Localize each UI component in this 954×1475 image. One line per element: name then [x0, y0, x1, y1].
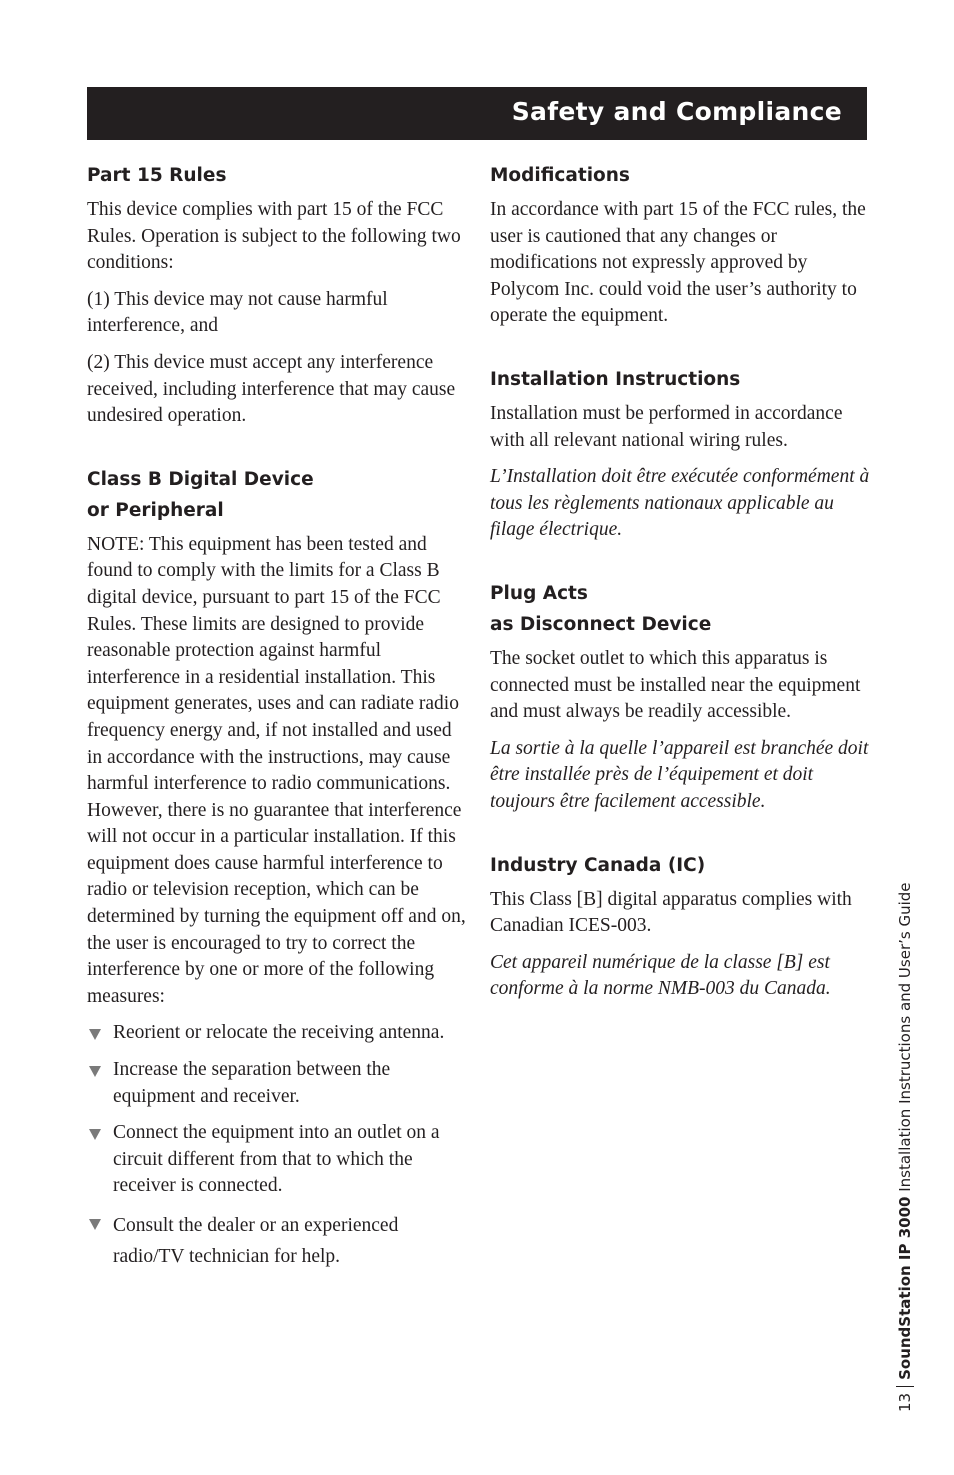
- heading-line: as Disconnect Device: [490, 613, 712, 635]
- paragraph: (1) This device may not cause harmful in…: [87, 288, 388, 337]
- list-item: Increase the separation between the equi…: [87, 1057, 467, 1110]
- page-title: Safety and Compliance: [511, 97, 842, 126]
- paragraph: NOTE: This equipment has been tested and…: [87, 533, 466, 1007]
- heading-line: Class B Digital Device: [87, 468, 314, 490]
- list-item: Connect the equipment into an outlet on …: [87, 1120, 467, 1200]
- paragraph: (2) This device must accept any interfer…: [87, 351, 456, 427]
- product-name: SoundStation IP 3000: [896, 1196, 914, 1380]
- paragraph-french: L’Installation doit être exécutée confor…: [490, 466, 870, 541]
- list-item-text: Increase the separation between the equi…: [113, 1059, 391, 1107]
- guide-title: Installation Instructions and User’s Gui…: [896, 882, 914, 1197]
- measures-list: Reorient or relocate the receiving anten…: [87, 1020, 467, 1272]
- list-item-text: Consult the dealer or an experienced rad…: [113, 1215, 399, 1267]
- heading-industry-canada: Industry Canada (IC): [490, 854, 706, 876]
- triangle-bullet-icon: [89, 1219, 101, 1230]
- running-footer: 13 SoundStation IP 3000 Installation Inst…: [896, 882, 914, 1412]
- heading-line: or Peripheral: [87, 499, 224, 521]
- triangle-bullet-icon: [89, 1129, 101, 1141]
- list-item: Reorient or relocate the receiving anten…: [87, 1020, 467, 1047]
- heading-installation: Installation Instructions: [490, 368, 741, 390]
- paragraph: This Class [B] digital apparatus complie…: [490, 888, 852, 937]
- heading-modifications: Modifications: [490, 165, 630, 186]
- list-item-text: Connect the equipment into an outlet on …: [113, 1122, 440, 1197]
- right-column: Modifications In accordance with part 15…: [490, 160, 875, 1013]
- paragraph-french: La sortie à la quelle l’appareil est bra…: [490, 737, 869, 812]
- paragraph-french: Cet appareil numérique de la classe [B] …: [490, 951, 831, 1000]
- heading-part15: Part 15 Rules: [87, 165, 227, 186]
- list-item: Consult the dealer or an experienced rad…: [87, 1210, 467, 1272]
- left-column: Part 15 Rules This device complies with …: [87, 160, 467, 1282]
- paragraph: This device complies with part 15 of the…: [87, 199, 461, 274]
- triangle-bullet-icon: [89, 1029, 101, 1041]
- paragraph: Installation must be performed in accord…: [490, 402, 843, 451]
- paragraph: The socket outlet to which this apparatu…: [490, 647, 861, 723]
- heading-plug-acts: Plug Acts as Disconnect Device: [490, 578, 875, 640]
- heading-class-b: Class B Digital Device or Peripheral: [87, 464, 467, 526]
- section-banner: Safety and Compliance: [87, 87, 867, 140]
- heading-line: Plug Acts: [490, 582, 588, 604]
- triangle-bullet-icon: [89, 1066, 101, 1078]
- paragraph: In accordance with part 15 of the FCC ru…: [490, 199, 866, 327]
- page-number: 13: [896, 1385, 914, 1412]
- list-item-text: Reorient or relocate the receiving anten…: [113, 1022, 445, 1044]
